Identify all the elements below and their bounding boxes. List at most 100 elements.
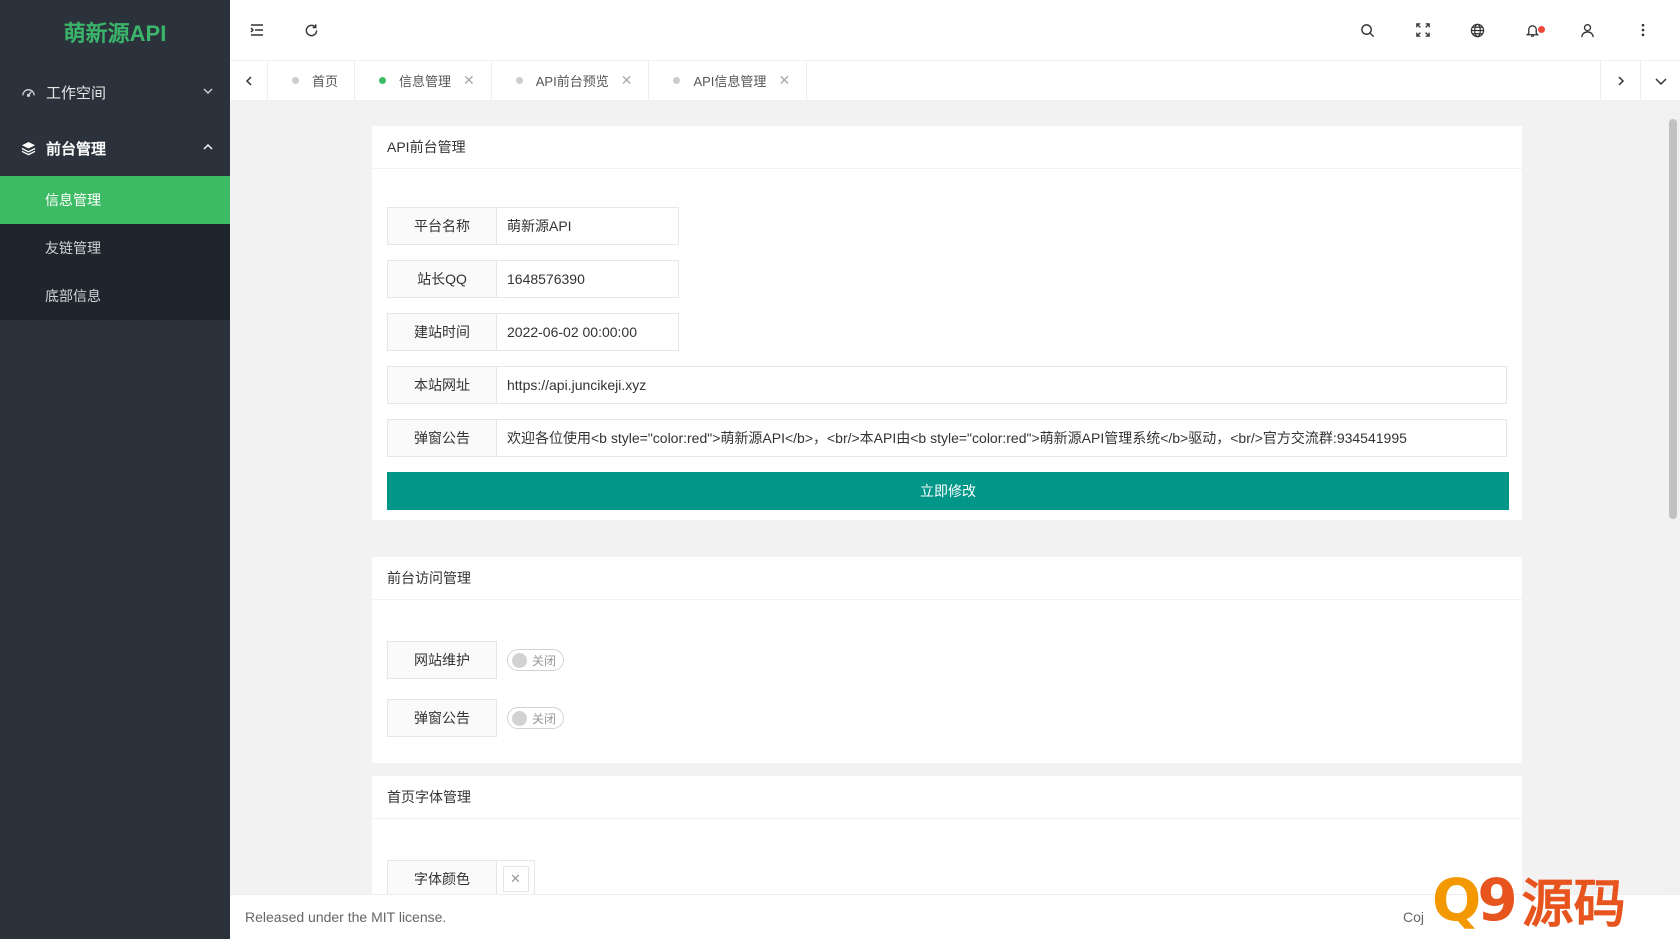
chevron-up-icon <box>202 140 214 157</box>
frontend-access-card: 前台访问管理 网站维护 关闭 弹窗公告 关闭 <box>372 557 1522 763</box>
tabs-scroll-left[interactable] <box>230 61 268 100</box>
field-label: 本站网址 <box>387 366 497 404</box>
sidebar-item-footer-info[interactable]: 底部信息 <box>0 272 230 320</box>
tab-api-info-management[interactable]: API信息管理 ✕ <box>649 61 808 100</box>
vertical-scrollbar[interactable] <box>1666 101 1680 894</box>
field-build-time: 建站时间 <box>387 313 679 351</box>
field-label: 弹窗公告 <box>387 419 497 457</box>
maintenance-toggle[interactable]: 关闭 <box>507 649 564 671</box>
toggle-text: 关闭 <box>532 653 557 668</box>
sidebar-item-friend-links[interactable]: 友链管理 <box>0 224 230 272</box>
top-header <box>230 0 1680 60</box>
site-url-input[interactable] <box>497 366 1507 404</box>
more-icon <box>1641 23 1644 37</box>
footer-license: Released under the MIT license. <box>245 909 447 925</box>
refresh-icon <box>305 23 317 36</box>
close-icon[interactable]: ✕ <box>778 72 790 89</box>
field-popup-notice: 弹窗公告 <box>387 419 1507 457</box>
fullscreen-button[interactable] <box>1395 0 1450 60</box>
tabs-bar: 首页 信息管理 ✕ API前台预览 ✕ API信息管理 ✕ <box>230 60 1680 101</box>
layers-icon <box>20 140 36 156</box>
chevron-right-icon <box>1617 75 1624 86</box>
tab-dot <box>515 77 523 84</box>
card-title: 前台访问管理 <box>372 557 1522 600</box>
user-button[interactable] <box>1560 0 1615 60</box>
platform-name-input[interactable] <box>497 207 679 245</box>
scrollbar-thumb[interactable] <box>1669 119 1677 519</box>
globe-icon <box>1470 23 1485 37</box>
field-site-url: 本站网址 <box>387 366 1507 404</box>
tabs-dropdown[interactable] <box>1640 61 1680 100</box>
tab-label: API前台预览 <box>535 74 609 89</box>
chevron-left-icon <box>245 75 252 86</box>
tab-dot <box>292 77 299 84</box>
field-label: 弹窗公告 <box>387 699 497 737</box>
refresh-button[interactable] <box>284 0 338 60</box>
main-content: API前台管理 平台名称 站长QQ 建站时间 本站网址 弹窗公告 立即修改 前台… <box>230 101 1666 894</box>
tabs-scroll-right[interactable] <box>1600 61 1640 100</box>
tab-dot <box>673 77 681 84</box>
submit-button[interactable]: 立即修改 <box>387 472 1509 510</box>
field-platform-name: 平台名称 <box>387 207 679 245</box>
watermark-text: 源码 <box>1521 875 1626 935</box>
chevron-down-icon <box>1654 77 1667 85</box>
fullscreen-icon <box>1415 23 1430 37</box>
field-popup-toggle: 弹窗公告 关闭 <box>387 699 564 737</box>
popup-toggle[interactable]: 关闭 <box>507 707 564 729</box>
field-label: 平台名称 <box>387 207 497 245</box>
field-label: 字体颜色 <box>387 860 497 894</box>
watermark-logo: Q 9 源码 <box>1432 860 1680 939</box>
close-icon: ✕ <box>502 866 529 892</box>
field-maintenance: 网站维护 关闭 <box>387 641 564 679</box>
toggle-knob <box>512 710 527 726</box>
dashboard-icon <box>20 84 36 100</box>
field-owner-qq: 站长QQ <box>387 260 679 298</box>
sidebar: 萌新源API 工作空间 前台管理 信息管理 友链管理 底部信息 <box>0 0 230 939</box>
switch-wrap: 关闭 <box>497 699 564 737</box>
app-logo[interactable]: 萌新源API <box>0 0 230 64</box>
tab-label: 首页 <box>312 74 339 89</box>
watermark-q: Q <box>1432 865 1481 934</box>
user-icon <box>1581 23 1594 37</box>
api-frontend-card: API前台管理 平台名称 站长QQ 建站时间 本站网址 弹窗公告 立即修改 <box>372 126 1522 520</box>
field-label: 建站时间 <box>387 313 497 351</box>
menu-group-label: 工作空间 <box>46 84 107 102</box>
tab-dot <box>379 77 387 84</box>
notification-dot <box>1538 26 1545 33</box>
homepage-font-card: 首页字体管理 字体颜色 ✕ <box>372 776 1522 894</box>
chevron-down-icon <box>202 84 214 101</box>
tab-api-preview[interactable]: API前台预览 ✕ <box>492 61 650 100</box>
menu-group-frontend[interactable]: 前台管理 <box>0 120 230 176</box>
close-icon[interactable]: ✕ <box>463 72 475 89</box>
font-color-picker[interactable]: ✕ <box>497 860 535 894</box>
popup-notice-input[interactable] <box>497 419 1507 457</box>
search-button[interactable] <box>1340 0 1395 60</box>
language-button[interactable] <box>1450 0 1505 60</box>
menu-fold-button[interactable] <box>230 0 284 60</box>
toggle-knob <box>512 652 527 668</box>
tab-label: 信息管理 <box>399 74 452 89</box>
card-title: 首页字体管理 <box>372 776 1522 819</box>
card-title: API前台管理 <box>372 126 1522 169</box>
field-font-color: 字体颜色 ✕ <box>387 860 535 894</box>
toggle-text: 关闭 <box>532 711 557 726</box>
close-icon[interactable]: ✕ <box>621 72 633 89</box>
build-time-input[interactable] <box>497 313 679 351</box>
menu-group-workspace[interactable]: 工作空间 <box>0 64 230 120</box>
more-button[interactable] <box>1615 0 1670 60</box>
search-icon <box>1361 23 1375 37</box>
tab-home[interactable]: 首页 <box>268 61 356 100</box>
owner-qq-input[interactable] <box>497 260 679 298</box>
notification-button[interactable] <box>1505 0 1560 60</box>
tab-label: API信息管理 <box>693 74 767 89</box>
submenu-frontend: 信息管理 友链管理 底部信息 <box>0 176 230 320</box>
switch-wrap: 关闭 <box>497 641 564 679</box>
field-label: 站长QQ <box>387 260 497 298</box>
sidebar-item-info-management[interactable]: 信息管理 <box>0 176 230 224</box>
menu-group-label: 前台管理 <box>46 140 107 158</box>
tab-info-management[interactable]: 信息管理 ✕ <box>355 61 492 100</box>
header-actions <box>1340 0 1680 60</box>
field-label: 网站维护 <box>387 641 497 679</box>
tabs-list: 首页 信息管理 ✕ API前台预览 ✕ API信息管理 ✕ <box>268 61 1600 100</box>
menu-fold-icon <box>250 24 263 36</box>
